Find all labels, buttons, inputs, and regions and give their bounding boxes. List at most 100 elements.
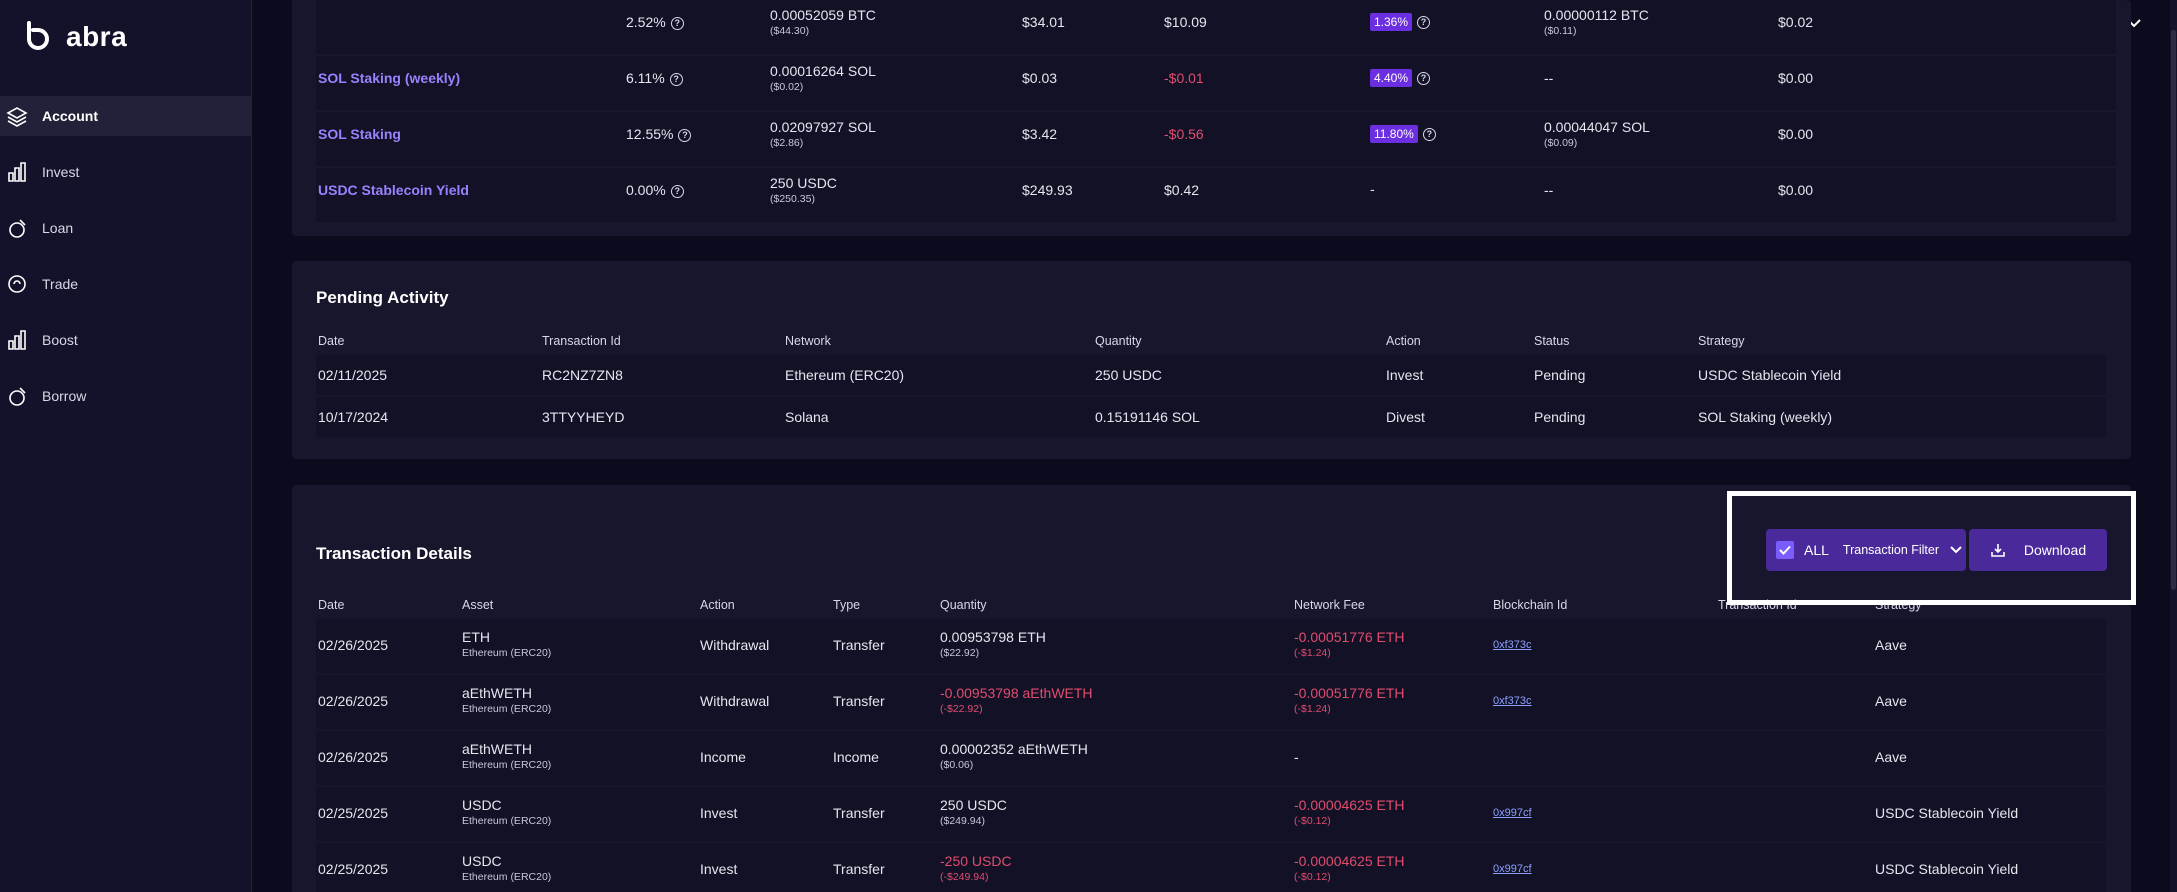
value-cell: $249.93 [1022, 182, 1073, 198]
strategies-panel: 2.52%? 0.00052059 BTC ($44.30) $34.01 $10.09… [292, 0, 2131, 236]
asset-network: Ethereum (ERC20) [462, 871, 552, 883]
blockchain-id-link[interactable]: 0xf373c [1493, 695, 1532, 707]
blockchain-id-link[interactable]: 0x997cf [1493, 863, 1532, 875]
column-header: Action [700, 598, 735, 612]
brand-logo[interactable]: abra [24, 20, 127, 54]
table-cell: 3TTYYHEYD [542, 409, 625, 425]
date-cell: 02/26/2025 [318, 749, 389, 765]
asset-cell: USDC Ethereum (ERC20) [462, 853, 551, 883]
scrollbar-thumb[interactable] [2171, 30, 2176, 590]
gain-cell: $10.09 [1164, 14, 1207, 30]
earned-cell: -- [1544, 70, 1553, 86]
table-row [316, 619, 2106, 673]
column-header: Quantity [940, 598, 987, 612]
chevron-down-icon [1950, 546, 1962, 554]
column-header: Date [318, 598, 345, 612]
strategy-name-link[interactable]: SOL Staking [318, 126, 401, 142]
network-fee-cell: -0.00051776 ETH (-$1.24) [1294, 629, 1405, 659]
type-cell: Transfer [833, 637, 885, 653]
gain-cell: -$0.56 [1164, 126, 1204, 142]
table-cell: 10/17/2024 [318, 409, 389, 425]
sidebar-item-label: Loan [42, 220, 74, 236]
info-icon[interactable]: ? [1417, 71, 1431, 85]
network-fee-cell: -0.00004625 ETH (-$0.12) [1294, 853, 1405, 883]
asset-network: Ethereum (ERC20) [462, 815, 552, 827]
network-fee-cell: -0.00004625 ETH (-$0.12) [1294, 797, 1405, 827]
earned-usd: ($0.09) [1544, 137, 1578, 149]
strategy-name-link[interactable]: SOL Staking (weekly) [318, 70, 460, 86]
table-cell: 250 USDC [1095, 367, 1162, 383]
rate-badge: 4.40% [1370, 69, 1413, 87]
sidebar-item-account[interactable]: Account [0, 96, 252, 136]
table-cell: 02/11/2025 [318, 367, 388, 383]
apy-text: 2.52% [626, 14, 666, 30]
quantity-usd: ($44.30) [770, 25, 810, 37]
info-icon[interactable]: ? [1422, 127, 1436, 141]
sidebar-item-loan[interactable]: Loan [0, 208, 252, 248]
total-cell: $0.00 [1778, 182, 1814, 198]
asset-cell: USDC Ethereum (ERC20) [462, 797, 551, 827]
sidebar-item-invest[interactable]: Invest [0, 152, 252, 192]
info-icon[interactable]: ? [678, 128, 692, 142]
info-icon[interactable]: ? [669, 72, 683, 86]
date-cell: 02/25/2025 [318, 805, 389, 821]
fee-text: -0.00051776 ETH [1294, 629, 1405, 645]
quantity-cell: -250 USDC (-$249.94) [940, 853, 1012, 883]
blockchain-id-link[interactable]: 0x997cf [1493, 807, 1532, 819]
table-cell: USDC Stablecoin Yield [1698, 367, 1842, 383]
rate-cell: - [1370, 181, 1375, 197]
quantity-usd: ($249.94) [940, 815, 985, 827]
table-cell: Invest [1386, 367, 1424, 383]
table-cell: Solana [785, 409, 829, 425]
all-checkbox[interactable] [1776, 541, 1794, 559]
earned-text: 0.00000112 BTC [1544, 7, 1649, 23]
value-cell: $3.42 [1022, 126, 1058, 142]
earned-cell: -- [1544, 182, 1553, 198]
info-icon[interactable]: ? [1417, 15, 1431, 29]
date-cell: 02/26/2025 [318, 637, 389, 653]
earned-cell: 0.00000112 BTC ($0.11) [1544, 7, 1649, 37]
blockchain-id-link[interactable]: 0xf373c [1493, 639, 1532, 651]
info-icon[interactable]: ? [670, 16, 684, 30]
column-header: Action [1386, 334, 1421, 348]
value-cell: $0.03 [1022, 70, 1058, 86]
table-cell: Divest [1386, 409, 1425, 425]
strategy-cell: USDC Stablecoin Yield [1875, 861, 2019, 877]
asset-network: Ethereum (ERC20) [462, 759, 552, 771]
quantity-text: -0.00953798 aEthWETH [940, 685, 1093, 701]
fee-usd: (-$0.12) [1294, 871, 1331, 883]
download-label: Download [2023, 542, 2087, 558]
type-cell: Transfer [833, 861, 885, 877]
table-row [316, 731, 2106, 785]
column-header: Asset [462, 598, 494, 612]
sidebar-item-boost[interactable]: Boost [0, 320, 252, 360]
quantity-cell: 0.00002352 aEthWETH ($0.06) [940, 741, 1088, 771]
type-cell: Transfer [833, 805, 885, 821]
strategy-cell: USDC Stablecoin Yield [1875, 805, 2019, 821]
column-header: Blockchain Id [1493, 598, 1568, 612]
checkmark-icon [1779, 545, 1791, 555]
sidebar-item-trade[interactable]: Trade [0, 264, 252, 304]
fee-usd: (-$1.24) [1294, 703, 1331, 715]
transaction-filter-dropdown[interactable]: ALL Transaction Filter [1766, 529, 1966, 571]
info-icon[interactable]: ? [670, 184, 684, 198]
strategy-name-link[interactable]: USDC Stablecoin Yield [318, 182, 469, 198]
apy-value: 12.55%? [626, 126, 692, 142]
download-button[interactable]: Download [1969, 529, 2107, 571]
total-cell: $0.02 [1778, 14, 1814, 30]
rate-badge: 1.36% [1370, 13, 1413, 31]
quantity-usd: ($0.06) [940, 759, 974, 771]
sidebar: abra Account Invest Loan Trade Boost Borrow [0, 0, 252, 892]
quantity-text: 0.02097927 SOL [770, 119, 876, 135]
column-header: Quantity [1095, 334, 1142, 348]
type-cell: Transfer [833, 693, 885, 709]
fee-usd: (-$0.12) [1294, 815, 1331, 827]
column-header: Network [785, 334, 831, 348]
sidebar-item-borrow[interactable]: Borrow [0, 376, 252, 416]
apy-text: 12.55% [626, 126, 674, 142]
quantity-usd: ($250.35) [770, 193, 815, 205]
asset-cell: ETH Ethereum (ERC20) [462, 629, 551, 659]
sidebar-item-label: Borrow [42, 388, 87, 404]
strategy-cell: Aave [1875, 749, 1907, 765]
sidebar-item-label: Account [42, 108, 98, 124]
